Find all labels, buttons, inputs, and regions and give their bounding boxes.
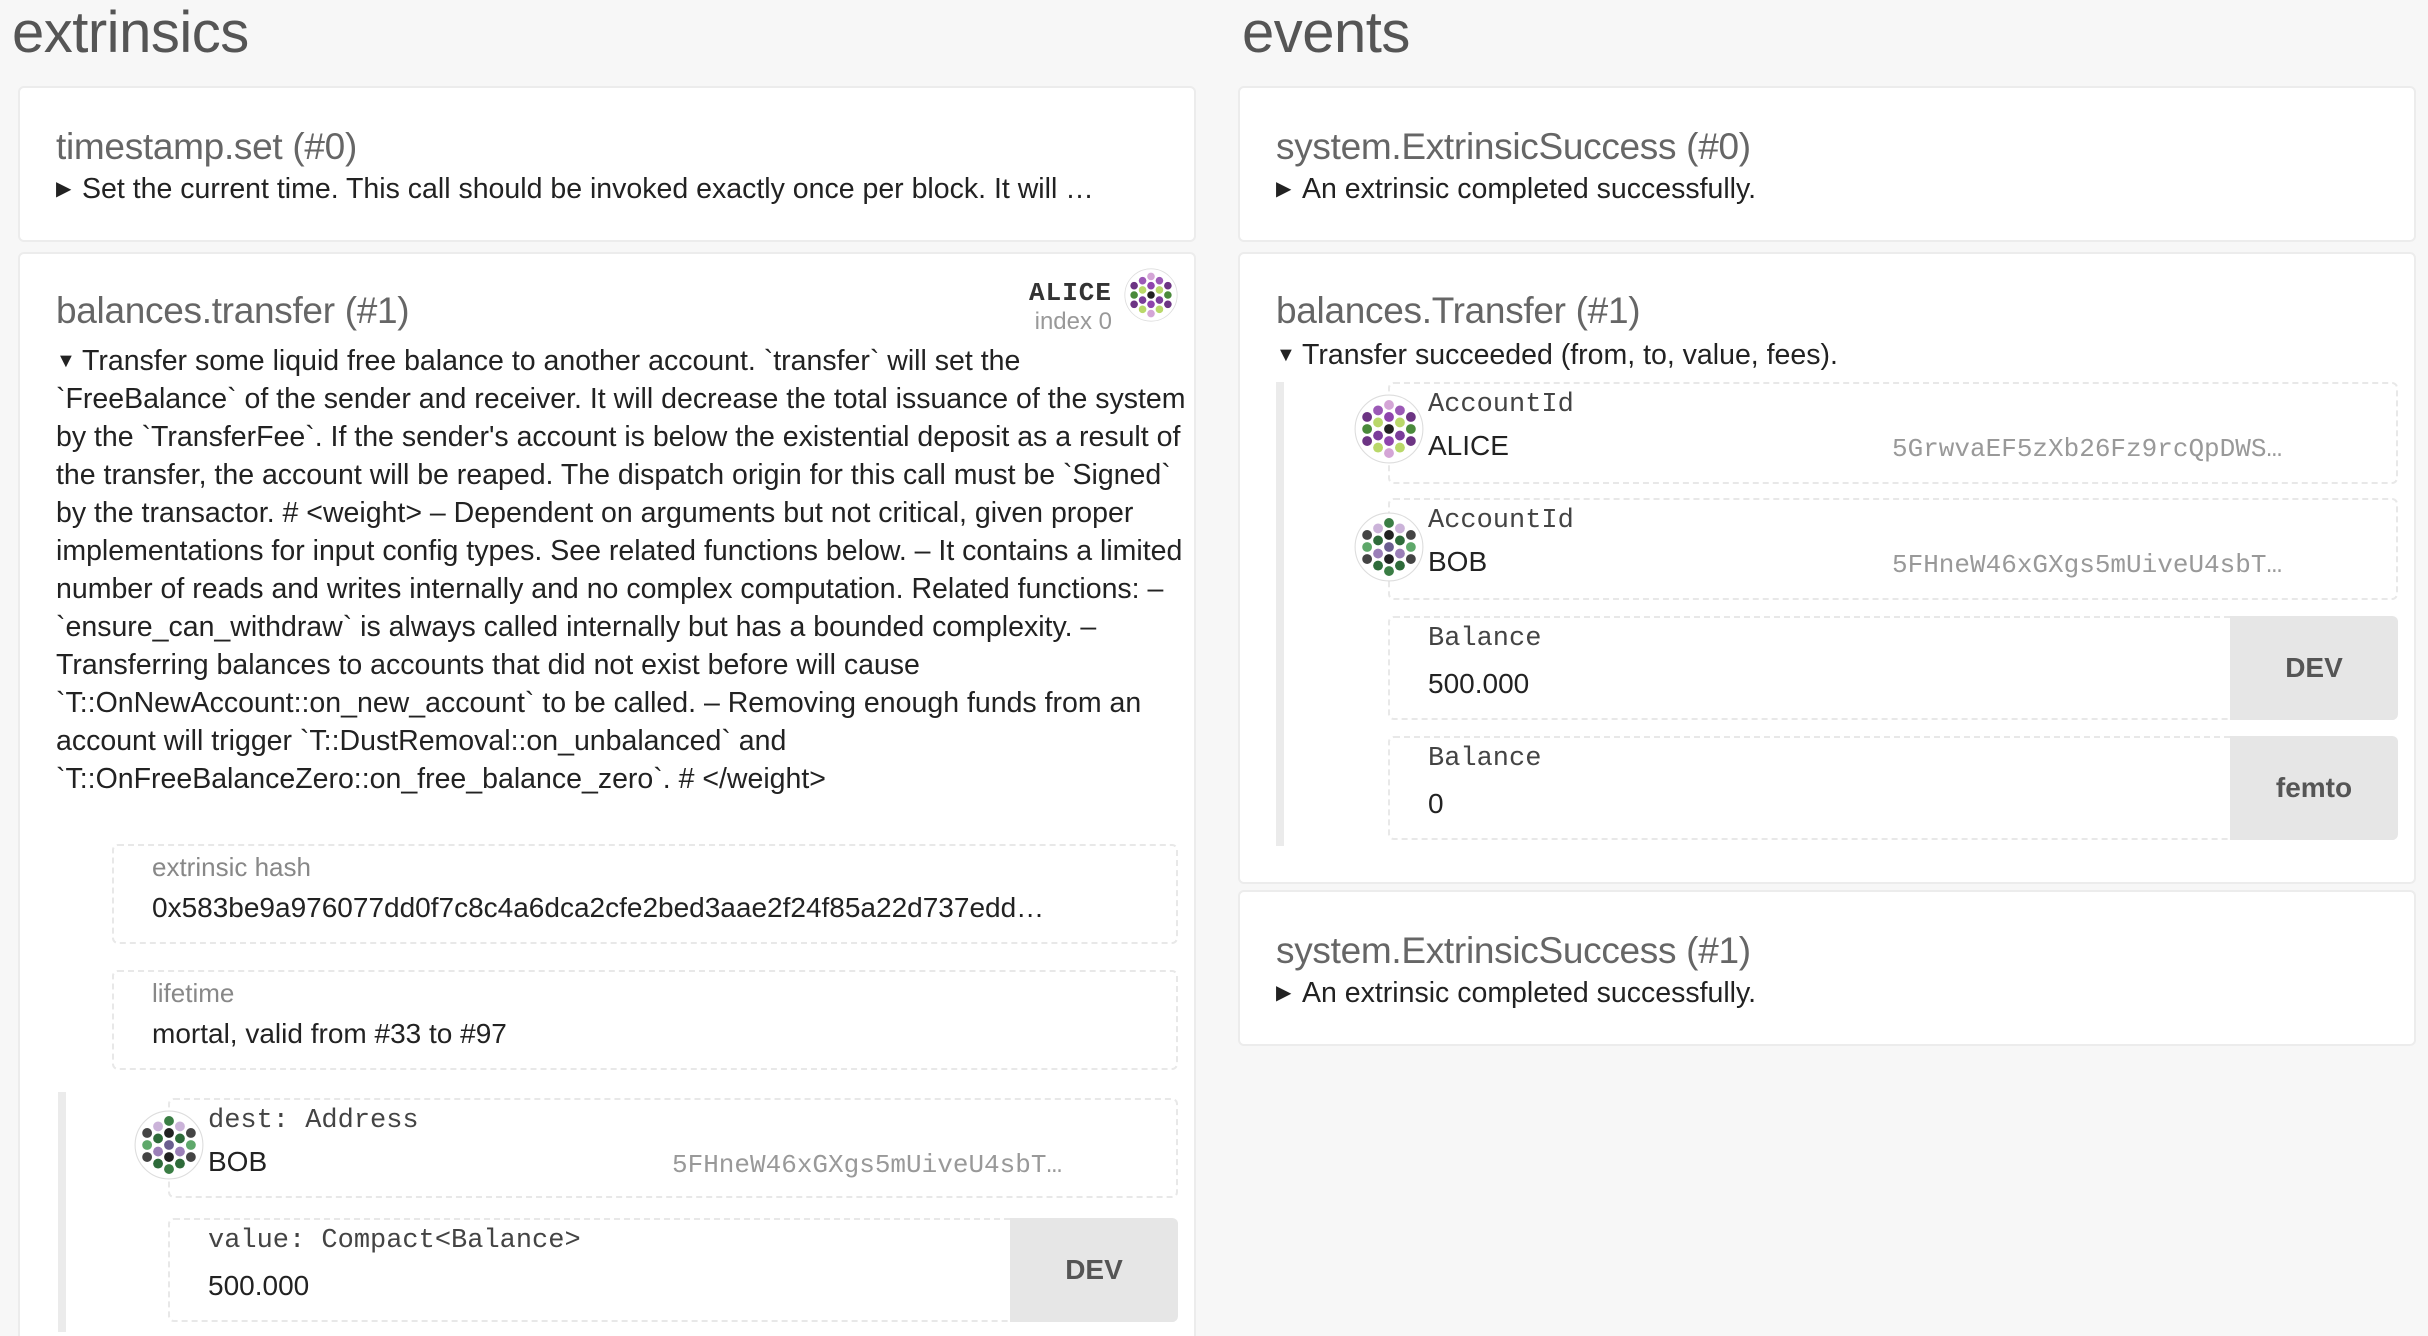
extrinsic-description: Transfer some liquid free balance to ano…	[56, 345, 1186, 795]
param-account-address: 5GrwvaEF5zXb26Fz9rcQpDWS…	[1892, 434, 2283, 464]
alice-identicon[interactable]	[1354, 394, 1424, 464]
value-param-label: value: Compact<Balance>	[208, 1226, 581, 1256]
event-param-balance-value: Balance 500.000 DEV	[1388, 616, 2398, 720]
extrinsic-hash-label: extrinsic hash	[152, 852, 311, 882]
params-indent-bar	[58, 1092, 66, 1332]
event-title: system.ExtrinsicSuccess (#0)	[1276, 126, 1751, 167]
param-label: Balance	[1428, 624, 1542, 654]
dest-param-name: BOB	[208, 1146, 268, 1177]
lifetime-label: lifetime	[152, 978, 235, 1008]
value-param-box: value: Compact<Balance> 500.000 DEV	[168, 1218, 1178, 1322]
event-description-toggle[interactable]: ▶ An extrinsic completed successfully.	[1276, 170, 1756, 208]
params-indent-bar	[1276, 382, 1284, 846]
lifetime-box: lifetime mortal, valid from #33 to #97	[112, 970, 1178, 1070]
param-label: AccountId	[1428, 506, 1574, 536]
dest-param-label: dest: Address	[208, 1106, 419, 1136]
value-param-value: 500.000	[208, 1270, 310, 1301]
event-description: An extrinsic completed successfully.	[1302, 173, 1757, 205]
bob-identicon[interactable]	[134, 1110, 204, 1180]
event-card-transfer: balances.Transfer (#1) ▼ Transfer succeed…	[1238, 252, 2416, 884]
param-balance: 0	[1428, 788, 1444, 819]
extrinsic-hash-box: extrinsic hash 0x583be9a976077dd0f7c8c4a…	[112, 844, 1178, 944]
extrinsic-card-timestamp: timestamp.set (#0) ▶ Set the current time…	[18, 86, 1196, 242]
signer-name: ALICE	[1028, 278, 1112, 308]
value-unit-button[interactable]: DEV	[1010, 1218, 1178, 1322]
extrinsic-card-transfer: balances.transfer (#1) ALICE index 0 ▼ Tr…	[18, 252, 1196, 1336]
param-label: AccountId	[1428, 390, 1574, 420]
dest-param-box: dest: Address BOB 5FHneW46xGXgs5mUiveU4s…	[168, 1098, 1178, 1198]
extrinsic-description: Set the current time. This call should b…	[82, 173, 1094, 205]
event-description-toggle[interactable]: ▶ An extrinsic completed successfully.	[1276, 974, 1756, 1012]
param-account-name: ALICE	[1428, 430, 1509, 461]
extrinsic-description-toggle[interactable]: ▼ Transfer some liquid free balance to an…	[56, 342, 1196, 798]
event-param-accountid-alice: AccountId ALICE 5GrwvaEF5zXb26Fz9rcQpDWS…	[1388, 382, 2398, 484]
extrinsic-hash-value: 0x583be9a976077dd0f7c8c4a6dca2cfe2bed3aa…	[152, 892, 1045, 923]
triangle-right-icon: ▶	[1276, 982, 1292, 1004]
balance-unit-button[interactable]: DEV	[2230, 616, 2398, 720]
balance-unit-button[interactable]: femto	[2230, 736, 2398, 840]
signer-identicon[interactable]	[1124, 268, 1178, 322]
event-param-balance-fees: Balance 0 femto	[1388, 736, 2398, 840]
extrinsic-title: balances.transfer (#1)	[56, 290, 410, 331]
extrinsic-title: timestamp.set (#0)	[56, 126, 357, 167]
triangle-down-icon: ▼	[56, 350, 76, 372]
event-title: balances.Transfer (#1)	[1276, 290, 1641, 331]
bob-identicon[interactable]	[1354, 512, 1424, 582]
event-param-accountid-bob: AccountId BOB 5FHneW46xGXgs5mUiveU4sbT…	[1388, 498, 2398, 600]
signer-index: index 0	[1034, 308, 1112, 335]
lifetime-value: mortal, valid from #33 to #97	[152, 1018, 507, 1049]
event-card-success-0: system.ExtrinsicSuccess (#0) ▶ An extrins…	[1238, 86, 2416, 242]
event-title: system.ExtrinsicSuccess (#1)	[1276, 930, 1751, 971]
param-account-address: 5FHneW46xGXgs5mUiveU4sbT…	[1892, 550, 2283, 580]
event-description-toggle[interactable]: ▼ Transfer succeeded (from, to, value, fe…	[1276, 336, 1838, 374]
triangle-right-icon: ▶	[56, 178, 72, 200]
event-description: An extrinsic completed successfully.	[1302, 977, 1757, 1009]
extrinsic-description-toggle[interactable]: ▶ Set the current time. This call should …	[56, 170, 1186, 208]
dest-param-address: 5FHneW46xGXgs5mUiveU4sbT…	[672, 1150, 1063, 1180]
triangle-down-icon: ▼	[1276, 344, 1296, 366]
event-description: Transfer succeeded (from, to, value, fee…	[1302, 339, 1838, 371]
param-account-name: BOB	[1428, 546, 1488, 577]
extrinsics-heading: extrinsics	[12, 0, 249, 65]
events-heading: events	[1242, 0, 1410, 65]
param-balance: 500.000	[1428, 668, 1530, 699]
triangle-right-icon: ▶	[1276, 178, 1292, 200]
event-card-success-1: system.ExtrinsicSuccess (#1) ▶ An extrins…	[1238, 890, 2416, 1046]
param-label: Balance	[1428, 744, 1542, 774]
